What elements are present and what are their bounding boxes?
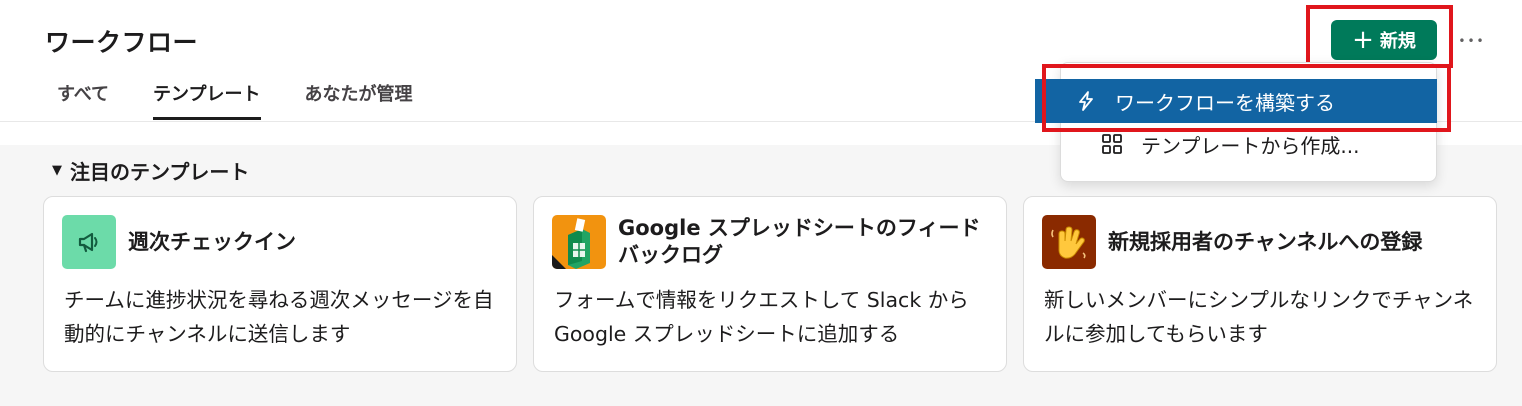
caret-down-icon: ▼ (52, 163, 62, 178)
card-description: 新しいメンバーにシンプルなリンクでチャンネルに参加してもらいます (1044, 288, 1474, 346)
more-horizontal-icon: ••• (1458, 34, 1486, 48)
template-card-weekly-checkin[interactable]: 週次チェックイン チームに進捗状況を尋ねる週次メッセージを自動的にチャンネルに送… (43, 196, 517, 372)
tab-all[interactable]: すべて (57, 82, 109, 120)
megaphone-icon (62, 215, 116, 269)
card-title: 新規採用者のチャンネルへの登録 (1108, 230, 1423, 254)
google-sheets-form-icon (552, 215, 606, 269)
section-header[interactable]: ▼ 注目のテンプレート (52, 156, 249, 185)
plus-icon: + (1352, 25, 1374, 55)
tab-templates[interactable]: テンプレート (153, 82, 261, 120)
new-button[interactable]: + 新規 (1331, 20, 1437, 60)
card-title: Google スプレッドシートのフィードバックログ (618, 216, 981, 267)
tab-managed-by-you[interactable]: あなたが管理 (305, 82, 413, 120)
waving-hand-icon (1042, 215, 1096, 269)
card-description: チームに進捗状況を尋ねる週次メッセージを自動的にチャンネルに送信します (64, 288, 494, 346)
section-title: 注目のテンプレート (70, 160, 250, 184)
new-button-label: 新規 (1379, 31, 1416, 52)
more-options-button[interactable]: ••• (1455, 24, 1489, 58)
templates-content: ▼ 注目のテンプレート 週次チェックイン チームに進捗状況を尋ねる週次メッセージ… (0, 145, 1522, 406)
highlight-box-build-workflow (1042, 64, 1451, 132)
template-card-google-sheets-feedback[interactable]: Google スプレッドシートのフィードバックログ フォームで情報をリクエストし… (533, 196, 1007, 372)
card-title: 週次チェックイン (128, 230, 296, 254)
card-description: フォームで情報をリクエストして Slack から Google スプレッドシート… (554, 288, 969, 346)
tab-bar: すべて テンプレート あなたが管理 (45, 82, 457, 120)
template-card-new-hire-onboarding[interactable]: 新規採用者のチャンネルへの登録 新しいメンバーにシンプルなリンクでチャンネルに参… (1023, 196, 1497, 372)
menu-item-label: テンプレートから作成... (1141, 133, 1360, 158)
page-title: ワークフロー (45, 28, 199, 57)
grid-icon (1099, 131, 1125, 157)
